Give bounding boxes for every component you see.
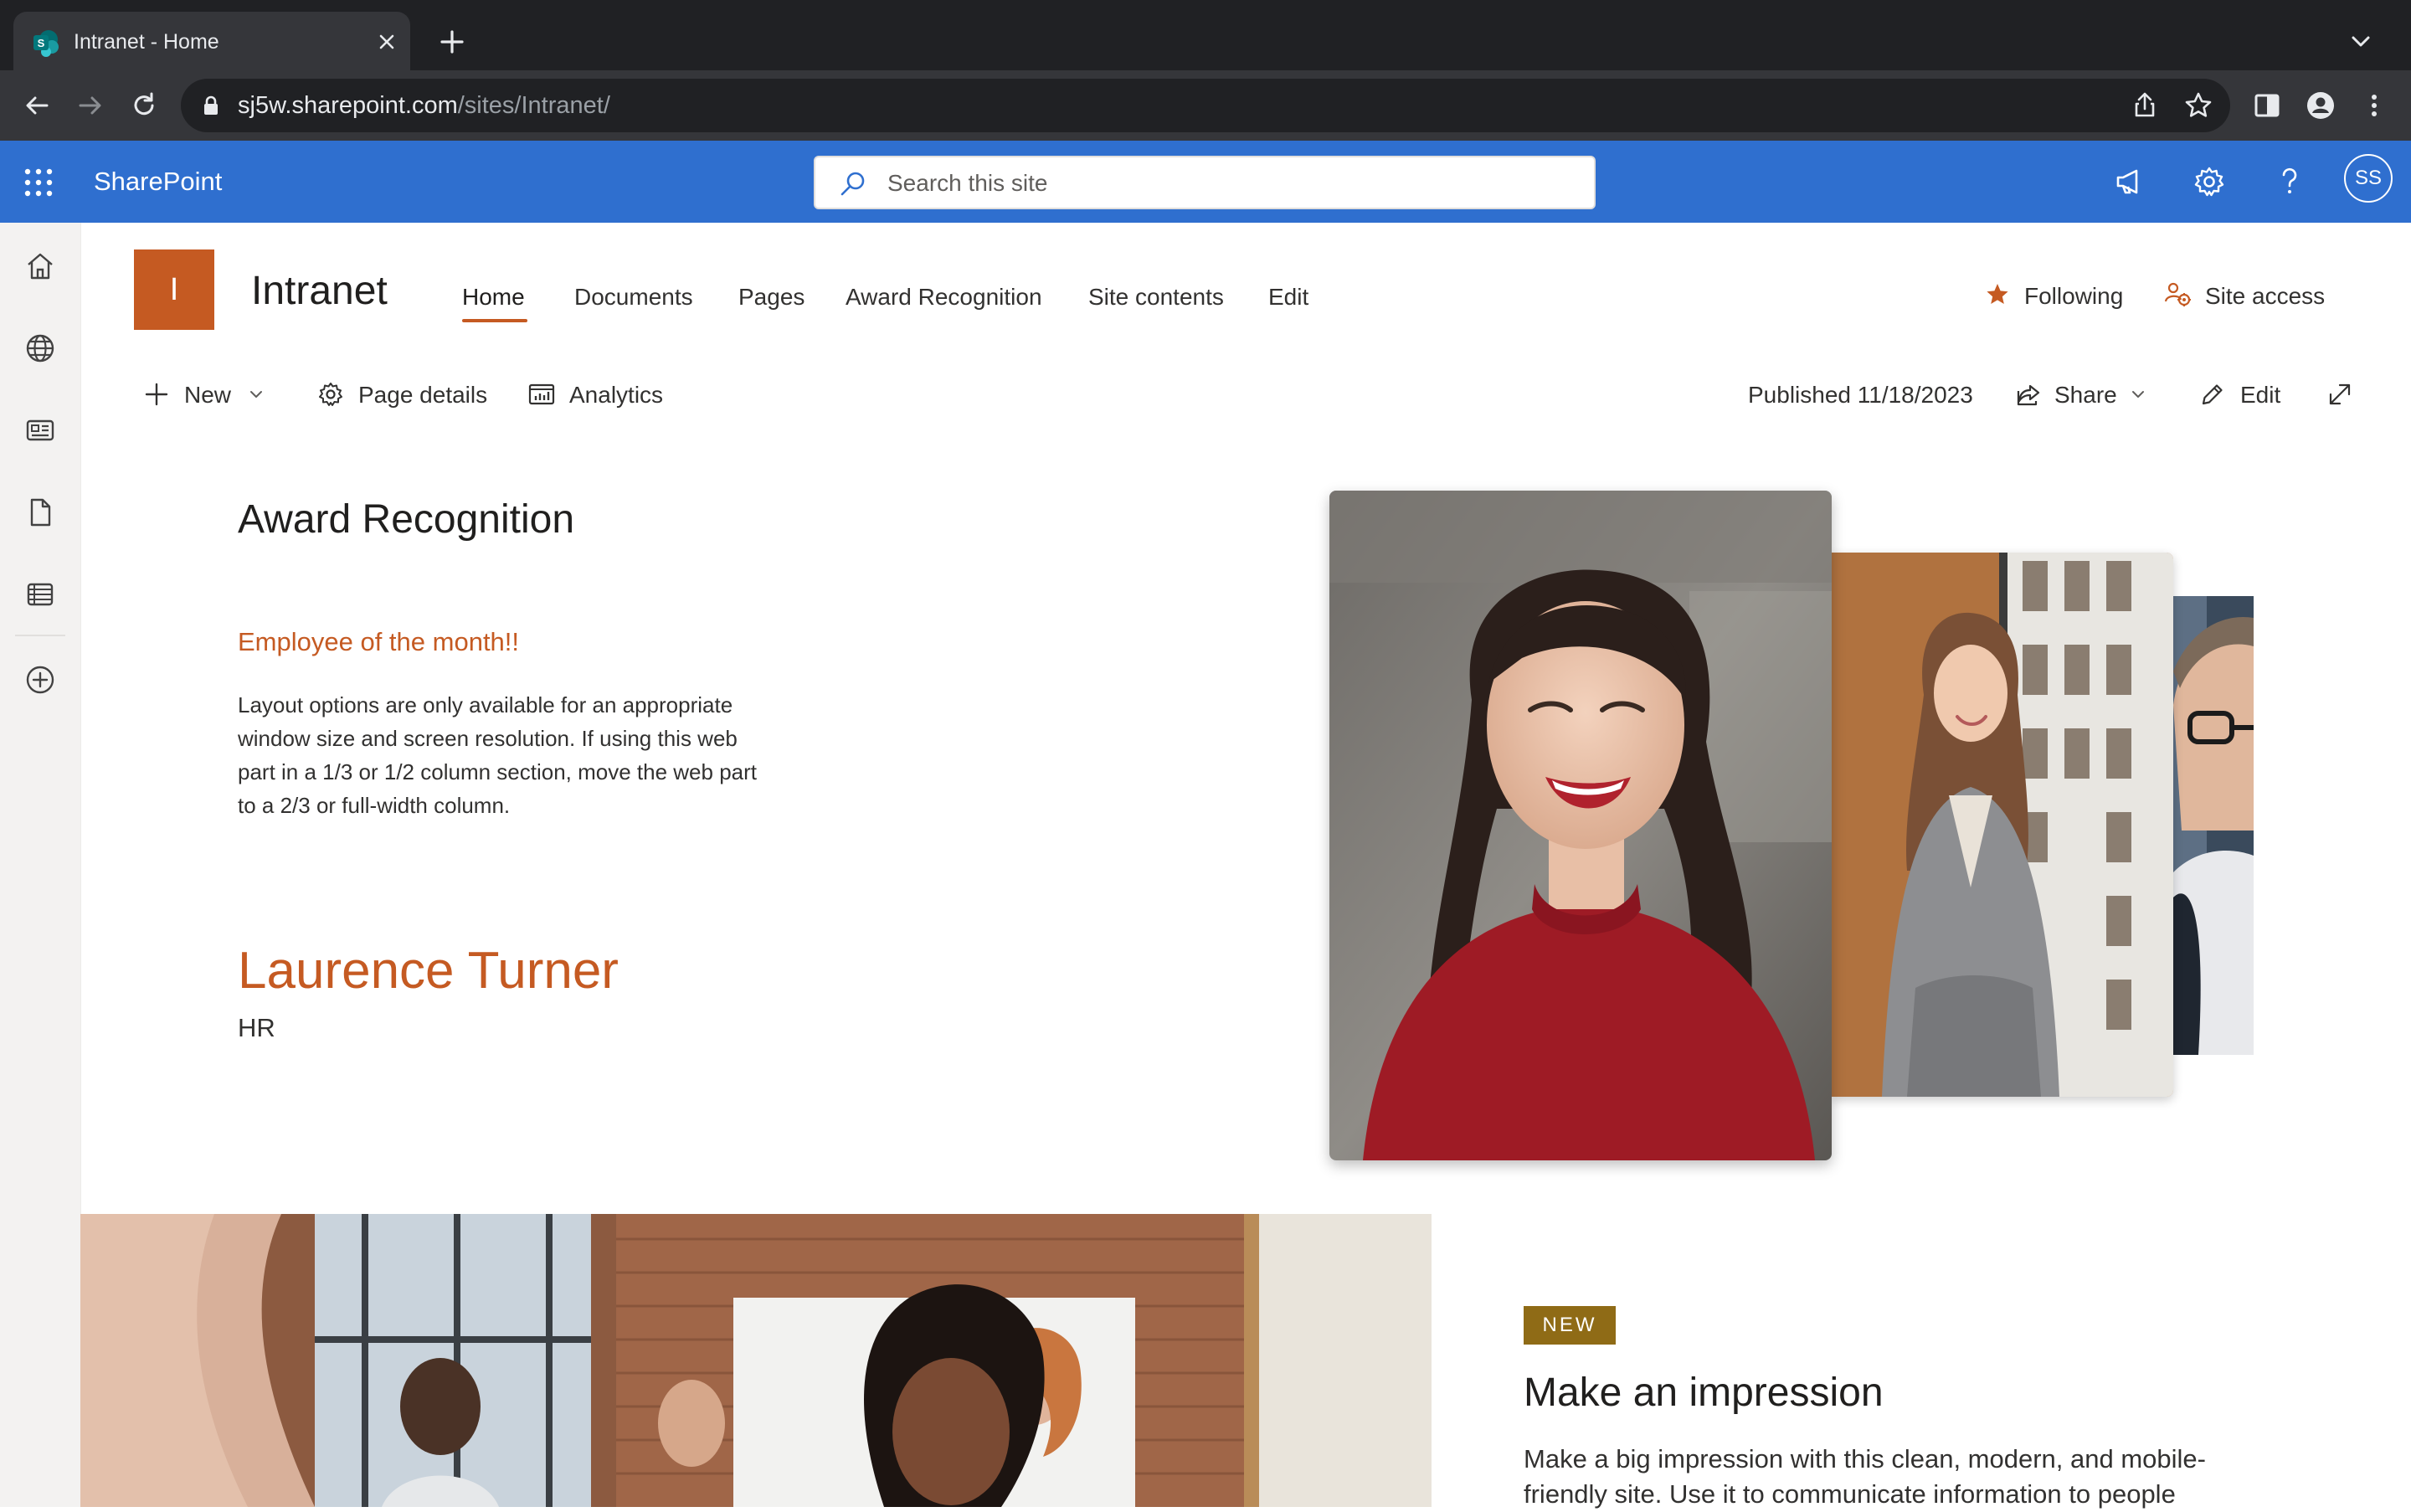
- document-icon[interactable]: [23, 496, 57, 529]
- nav-award-recognition[interactable]: Award Recognition: [846, 280, 1042, 315]
- employee-photo-main[interactable]: [1329, 491, 1832, 1160]
- settings-gear-icon[interactable]: [2192, 164, 2227, 199]
- suite-bar: SharePoint SS: [0, 141, 2411, 223]
- list-icon[interactable]: [23, 578, 57, 611]
- edit-button[interactable]: Edit: [2240, 378, 2280, 412]
- expand-icon[interactable]: [2326, 380, 2354, 409]
- share-icon[interactable]: [2014, 380, 2043, 409]
- app-bar-divider: [15, 635, 65, 636]
- employee-department: HR: [238, 1013, 275, 1042]
- site-search-box[interactable]: [814, 156, 1596, 209]
- published-date: Published 11/18/2023: [1748, 382, 1973, 408]
- nav-edit[interactable]: Edit: [1268, 280, 1308, 315]
- share-chevron-down-icon[interactable]: [2130, 388, 2146, 400]
- share-page-icon[interactable]: [2128, 89, 2162, 122]
- edit-pencil-icon[interactable]: [2198, 380, 2227, 409]
- search-input[interactable]: [886, 157, 1559, 209]
- browser-toolbar: sj5w.sharepoint.com/sites/Intranet/: [0, 70, 2411, 141]
- tab-title: Intranet - Home: [74, 30, 219, 54]
- tab-search-chevron-icon[interactable]: [2344, 28, 2378, 55]
- award-description: Layout options are only available for an…: [238, 692, 758, 818]
- award-subtitle: Employee of the month!!: [238, 627, 520, 656]
- nav-site-contents[interactable]: Site contents: [1088, 280, 1224, 315]
- new-tab-icon[interactable]: [435, 25, 469, 59]
- hero-image[interactable]: [80, 1214, 1432, 1507]
- page-details-button[interactable]: Page details: [358, 378, 487, 412]
- star-filled-icon[interactable]: [1984, 281, 2011, 308]
- nav-pages[interactable]: Pages: [738, 280, 805, 315]
- bookmark-star-icon[interactable]: [2182, 89, 2215, 122]
- share-button[interactable]: Share: [2054, 378, 2117, 412]
- nav-active-underline: [462, 319, 527, 322]
- browser-menu-icon[interactable]: [2357, 89, 2391, 122]
- employee-name: Laurence Turner: [238, 942, 619, 1000]
- hero-description: Make a big impression with this clean, m…: [1524, 1444, 2206, 1509]
- address-bar[interactable]: sj5w.sharepoint.com/sites/Intranet/: [181, 79, 2230, 132]
- employee-photo-third[interactable]: [2173, 596, 2254, 1055]
- home-icon[interactable]: [23, 249, 57, 283]
- url-text[interactable]: sj5w.sharepoint.com/sites/Intranet/: [238, 90, 610, 121]
- help-question-icon[interactable]: [2272, 164, 2307, 199]
- site-access-button[interactable]: Site access: [2205, 280, 2325, 313]
- analytics-chart-icon[interactable]: [527, 380, 556, 409]
- reload-icon[interactable]: [127, 89, 161, 122]
- page-details-gear-icon[interactable]: [316, 380, 345, 409]
- left-app-bar: [0, 223, 81, 1507]
- news-icon[interactable]: [23, 414, 57, 447]
- site-logo[interactable]: I: [134, 249, 214, 330]
- forward-arrow-icon[interactable]: [74, 89, 107, 122]
- svg-text:S: S: [38, 37, 45, 49]
- chevron-down-icon[interactable]: [248, 388, 265, 400]
- search-icon: [839, 170, 867, 198]
- back-arrow-icon[interactable]: [20, 89, 54, 122]
- plus-icon[interactable]: [142, 380, 171, 409]
- hero-title: Make an impression: [1524, 1371, 1884, 1415]
- site-title[interactable]: Intranet: [251, 266, 388, 316]
- browser-tab-strip: S Intranet - Home: [0, 0, 2411, 70]
- employee-photo-second[interactable]: [1832, 553, 2173, 1097]
- sharepoint-brand-link[interactable]: SharePoint: [94, 164, 222, 199]
- globe-icon[interactable]: [23, 332, 57, 365]
- nav-home[interactable]: Home: [462, 280, 525, 315]
- analytics-button[interactable]: Analytics: [569, 378, 663, 412]
- site-access-icon[interactable]: [2163, 280, 2192, 308]
- nav-documents[interactable]: Documents: [574, 280, 693, 315]
- megaphone-icon[interactable]: [2111, 164, 2146, 199]
- new-badge: NEW: [1524, 1306, 1616, 1345]
- new-button[interactable]: New: [184, 378, 231, 412]
- create-plus-icon[interactable]: [23, 663, 57, 697]
- app-launcher-icon[interactable]: [23, 167, 54, 198]
- sharepoint-favicon-icon: S: [32, 28, 60, 57]
- close-tab-icon[interactable]: [375, 30, 398, 54]
- section-title: Award Recognition: [238, 497, 575, 542]
- side-panel-icon[interactable]: [2250, 89, 2284, 122]
- following-button[interactable]: Following: [2024, 280, 2123, 313]
- user-avatar[interactable]: SS: [2344, 154, 2393, 203]
- profile-icon[interactable]: [2304, 89, 2337, 122]
- browser-tab[interactable]: S Intranet - Home: [13, 12, 410, 70]
- lock-icon[interactable]: [203, 95, 219, 116]
